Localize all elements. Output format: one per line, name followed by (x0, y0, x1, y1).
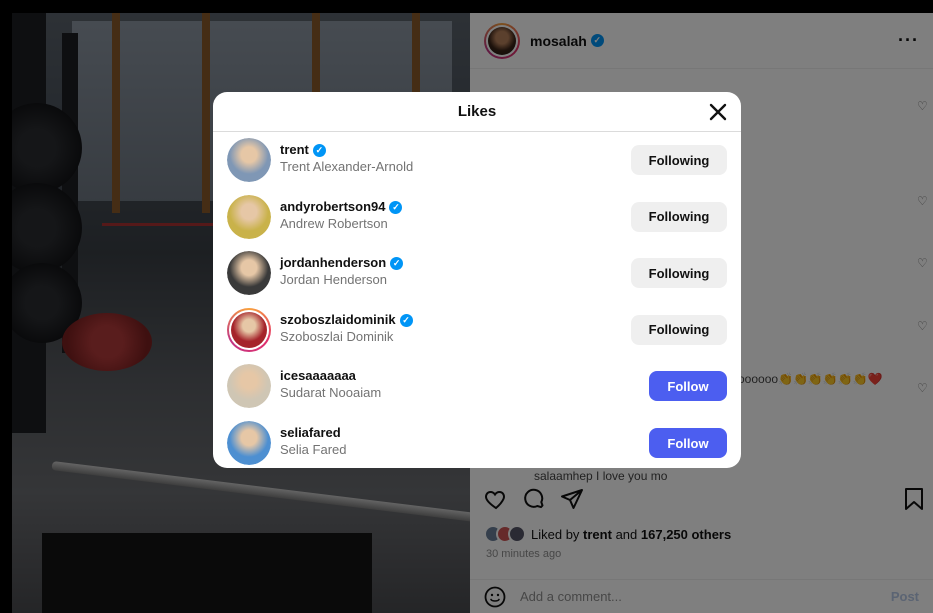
full-name: Andrew Robertson (280, 215, 388, 231)
dialog-header: Likes (213, 92, 741, 132)
full-name: Jordan Henderson (280, 272, 387, 288)
following-button[interactable]: Following (631, 201, 727, 232)
username[interactable]: icesaaaaaaa (280, 367, 381, 384)
likes-dialog: Likes trent ✓ Trent Alexander-Arnold Follow… (213, 92, 741, 468)
following-button[interactable]: Following (631, 145, 727, 175)
full-name: Szoboszlai Dominik (280, 328, 394, 344)
username[interactable]: andyrobertson94 ✓ (280, 198, 403, 215)
follow-button[interactable]: Follow (649, 371, 727, 402)
username[interactable]: szoboszlaidominik ✓ (280, 311, 413, 328)
username[interactable]: jordanhenderson ✓ (280, 254, 404, 271)
user-names: szoboszlaidominik ✓ Szoboszlai Dominik (280, 311, 413, 345)
user-names: seliafared Selia Fared (280, 424, 346, 458)
full-name: Selia Fared (280, 442, 347, 457)
user-avatar[interactable] (227, 364, 271, 409)
likes-row-szoboszlaidominik: szoboszlaidominik ✓ Szoboszlai Dominik Foll… (213, 302, 741, 358)
user-avatar[interactable] (227, 251, 271, 296)
following-button[interactable]: Following (631, 258, 727, 289)
full-name: Sudarat Nooaiam (280, 385, 382, 401)
close-icon[interactable] (707, 101, 729, 123)
user-names: andyrobertson94 ✓ Andrew Robertson (280, 198, 403, 232)
user-names: trent ✓ Trent Alexander-Arnold (280, 141, 413, 175)
user-names: jordanhenderson ✓ Jordan Henderson (280, 254, 404, 288)
likes-row-trent: trent ✓ Trent Alexander-Arnold Following (213, 132, 741, 188)
screen: mosalah ✓ ··· ♡ ♡ ♡ ♡ ♡ oooooo👏👏👏👏👏👏❤️ s… (0, 0, 933, 613)
following-button[interactable]: Following (631, 314, 727, 345)
full-name: Trent Alexander-Arnold (280, 159, 414, 174)
dialog-title: Likes (457, 103, 497, 120)
verified-icon: ✓ (399, 313, 413, 327)
user-names: icesaaaaaaa Sudarat Nooaiam (280, 367, 381, 401)
username[interactable]: seliafared (280, 424, 346, 441)
user-avatar[interactable] (227, 421, 271, 465)
verified-icon: ✓ (312, 144, 326, 158)
likes-row-andyrobertson94: andyrobertson94 ✓ Andrew Robertson Followin… (213, 189, 741, 245)
verified-icon: ✓ (389, 200, 403, 214)
likes-row-seliafared: seliafared Selia Fared Follow (213, 415, 741, 468)
user-avatar[interactable] (227, 138, 271, 182)
follow-button[interactable]: Follow (649, 428, 727, 458)
likes-row-icesaaaaaaa: icesaaaaaaa Sudarat Nooaiam Follow (213, 358, 741, 414)
username[interactable]: trent ✓ (280, 141, 413, 158)
user-avatar[interactable] (227, 194, 271, 239)
user-avatar[interactable] (227, 307, 271, 352)
likes-row-jordanhenderson: jordanhenderson ✓ Jordan Henderson Followin… (213, 245, 741, 301)
verified-icon: ✓ (390, 257, 404, 271)
